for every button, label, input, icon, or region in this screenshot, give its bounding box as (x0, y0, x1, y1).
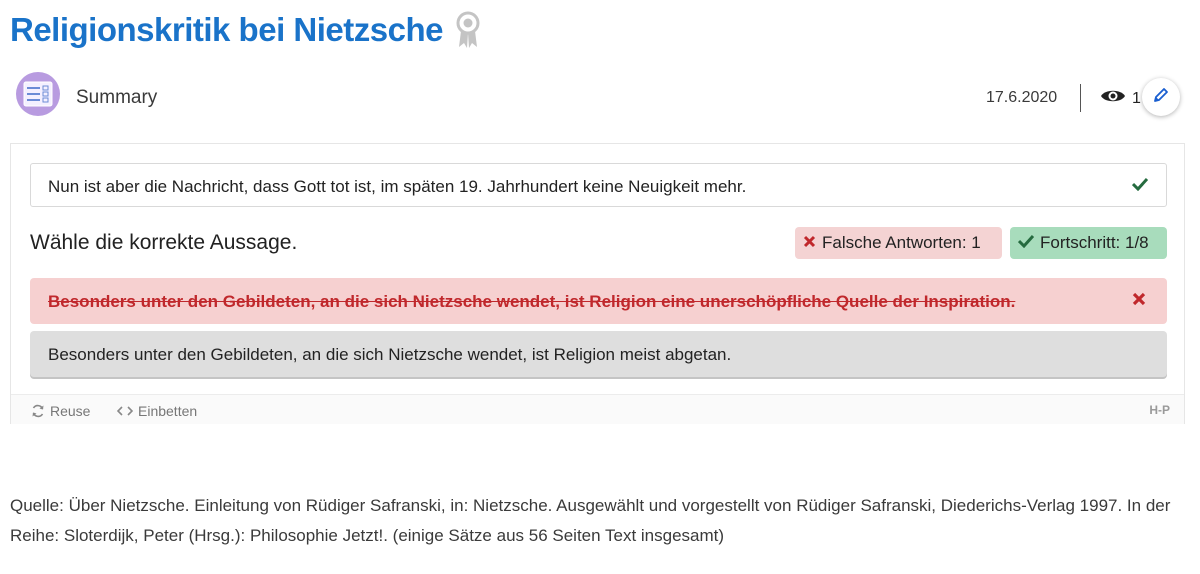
pencil-icon (1153, 87, 1169, 108)
h5p-summary-widget: Nun ist aber die Nachricht, dass Gott to… (10, 143, 1185, 424)
cross-icon (1132, 292, 1146, 311)
reuse-label: Reuse (50, 403, 91, 419)
embed-button[interactable]: Einbetten (117, 403, 197, 419)
wrong-answers-badge: Falsche Antworten: 1 (795, 227, 1002, 259)
reuse-icon (31, 404, 45, 418)
view-counter: 1 (1100, 87, 1141, 110)
award-icon (455, 11, 481, 49)
meta-divider (1080, 84, 1081, 112)
check-icon (1131, 177, 1149, 196)
answer-option[interactable]: Besonders unter den Gebildeten, an die s… (30, 331, 1167, 377)
answer-text: Besonders unter den Gebildeten, an die s… (48, 345, 732, 364)
publish-date: 17.6.2020 (986, 89, 1058, 106)
edit-button[interactable] (1142, 78, 1180, 116)
code-icon (117, 405, 133, 417)
statement-text: Nun ist aber die Nachricht, dass Gott to… (48, 177, 747, 196)
reuse-button[interactable]: Reuse (31, 403, 90, 419)
h5p-logo[interactable]: H-P (1149, 403, 1170, 417)
summary-type-icon (16, 72, 60, 116)
view-count: 1 (1132, 89, 1141, 107)
progress-badge: Fortschritt: 1/8 (1010, 227, 1167, 259)
embed-label: Einbetten (138, 403, 198, 419)
progress-label: Fortschritt: 1/8 (1040, 233, 1149, 252)
answer-text: Besonders unter den Gebildeten, an die s… (48, 292, 1016, 311)
question-text: Wähle die korrekte Aussage. (30, 231, 298, 254)
h5p-footer: Reuse Einbetten H-P (11, 394, 1184, 424)
wrong-answers-label: Falsche Antworten: 1 (822, 233, 981, 252)
eye-icon (1100, 87, 1126, 110)
source-citation: Quelle: Über Nietzsche. Einleitung von R… (10, 496, 1171, 545)
page-title: Religionskritik bei Nietzsche (10, 11, 443, 48)
check-icon (1017, 233, 1040, 253)
cross-icon (803, 233, 822, 253)
selected-statement: Nun ist aber die Nachricht, dass Gott to… (30, 163, 1167, 207)
content-type-label: Summary (76, 87, 158, 108)
meta-row: Summary 17.6.2020 1 (16, 70, 1184, 126)
title-row: Religionskritik bei Nietzsche (10, 8, 481, 52)
answer-option-wrong[interactable]: Besonders unter den Gebildeten, an die s… (30, 278, 1167, 324)
